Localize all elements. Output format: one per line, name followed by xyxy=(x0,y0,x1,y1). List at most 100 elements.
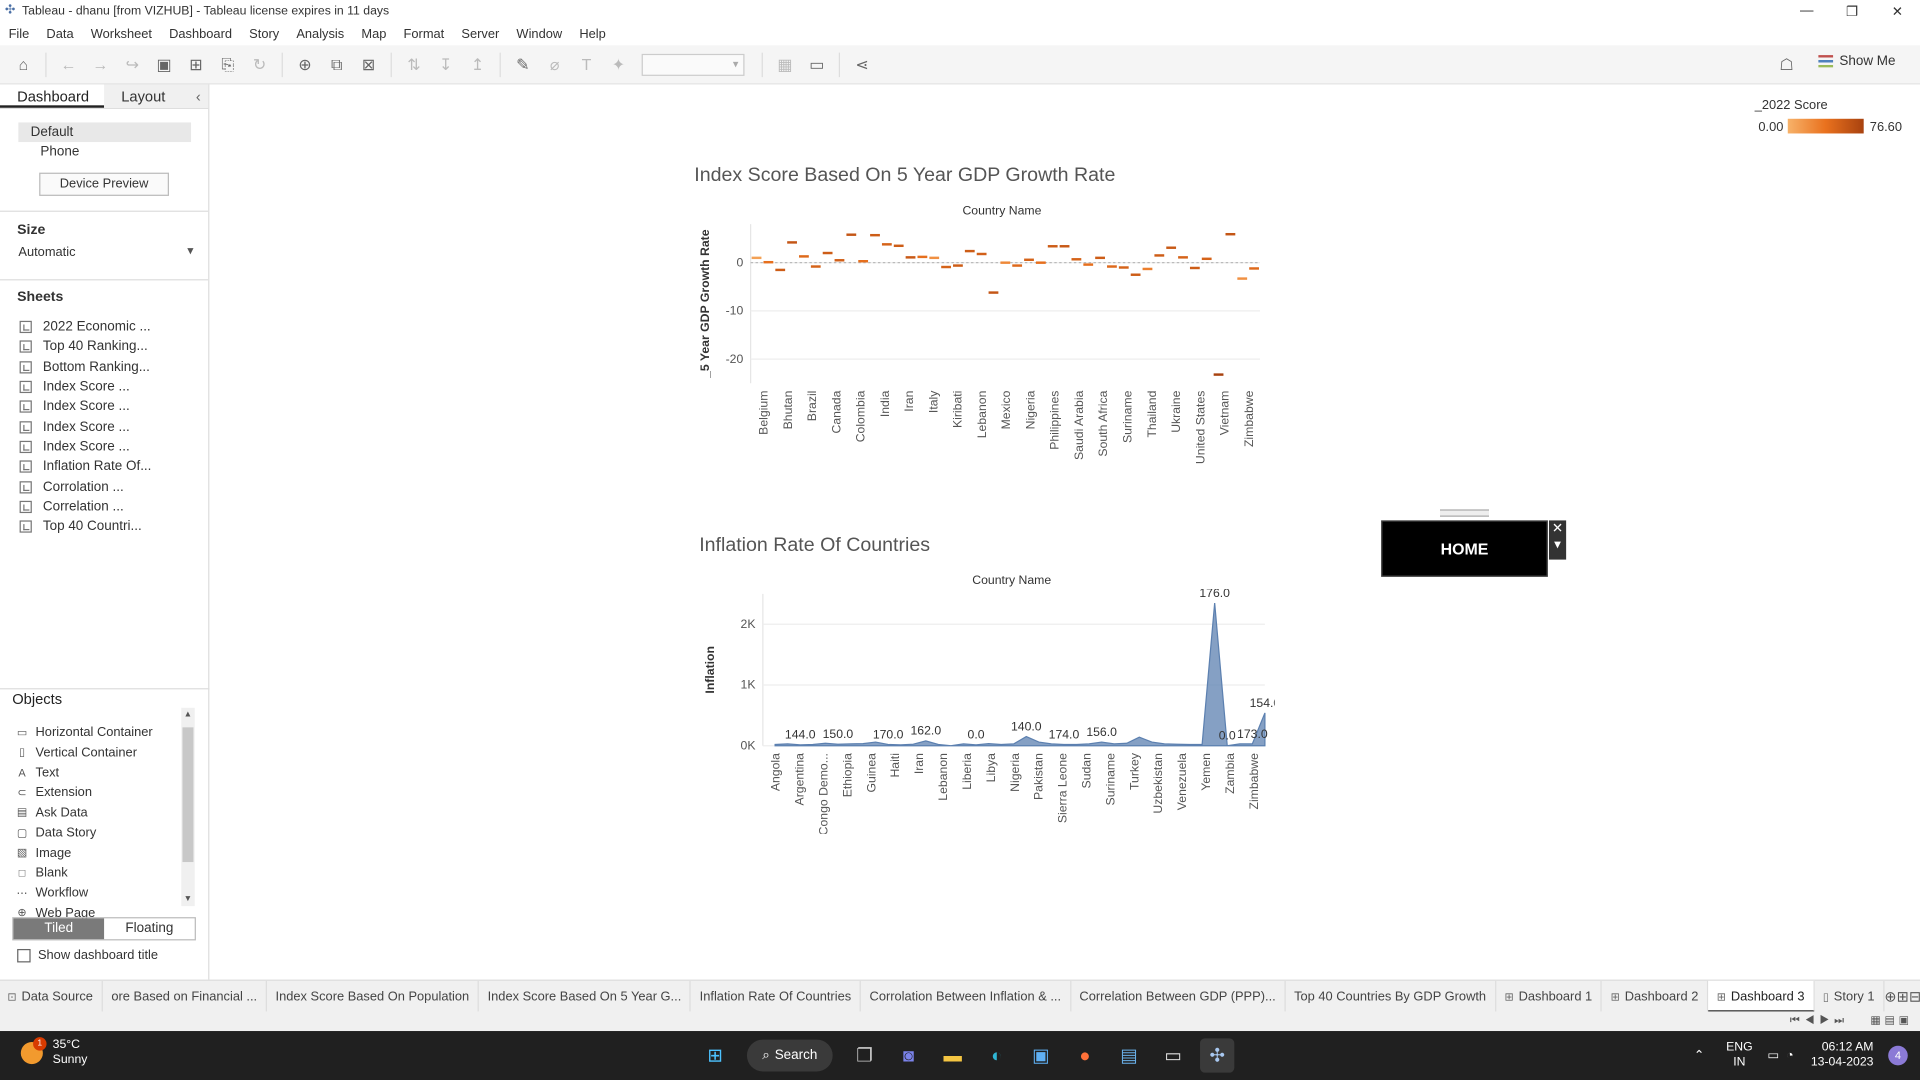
tiled-button[interactable]: Tiled xyxy=(13,918,105,940)
object-image[interactable]: ▧ Image xyxy=(0,843,209,863)
sheet-item[interactable]: Correlation ... xyxy=(0,497,208,517)
new-worksheet-icon[interactable]: ⊕ xyxy=(291,51,318,78)
refresh-icon[interactable]: ↻ xyxy=(246,51,273,78)
scrollbar-thumb[interactable] xyxy=(182,727,194,863)
more-options-icon[interactable]: ▾ xyxy=(1549,536,1566,553)
menu-window[interactable]: Window xyxy=(508,26,571,41)
sheet-item[interactable]: Corrolation ... xyxy=(0,477,208,497)
menu-file[interactable]: File xyxy=(0,26,38,41)
object-vertical-container[interactable]: ▯ Vertical Container xyxy=(0,743,209,763)
tab-layout[interactable]: Layout xyxy=(104,84,209,108)
menu-dashboard[interactable]: Dashboard xyxy=(161,26,241,41)
presentation-mode-icon[interactable]: ▭ xyxy=(803,51,830,78)
menu-worksheet[interactable]: Worksheet xyxy=(82,26,160,41)
replay-icon[interactable]: ↪ xyxy=(119,51,146,78)
fit-select[interactable] xyxy=(641,53,745,76)
sheet-item[interactable]: Index Score ... xyxy=(0,377,208,397)
close-icon[interactable]: ✕ xyxy=(1875,0,1920,22)
tab-sheet[interactable]: Index Score Based On Population xyxy=(267,980,480,1013)
taskbar-search[interactable]: ⌕ Search xyxy=(746,1039,833,1072)
sort-ascending-icon[interactable]: ↧ xyxy=(432,51,459,78)
show-dashboard-title-checkbox[interactable]: Show dashboard title xyxy=(17,948,158,962)
new-data-source-icon[interactable]: ⊞ xyxy=(182,51,209,78)
task-view-icon[interactable]: ❐ xyxy=(847,1038,881,1072)
gdp-growth-chart[interactable]: 0 -10 -20 _5 Year GDP Growth Rate Belgium Bhu… xyxy=(694,219,1270,464)
labels-icon[interactable]: T xyxy=(573,51,600,78)
notification-badge[interactable]: 4 xyxy=(1888,1045,1908,1066)
sheet-item[interactable]: 2022 Economic ... xyxy=(0,317,208,337)
color-legend[interactable]: _2022 Score 0.00 76.60 xyxy=(1755,98,1902,135)
chevron-up-icon[interactable]: ⌃ xyxy=(1694,1049,1704,1062)
sheet-view-icon[interactable]: ▦▤▣ xyxy=(1870,1014,1912,1027)
network-icon[interactable]: ▭ xyxy=(1767,1049,1779,1062)
objects-scrollbar[interactable]: ▲ ▼ xyxy=(181,707,195,907)
object-ask-data[interactable]: ▤ Ask Data xyxy=(0,803,209,823)
firefox-icon[interactable]: ● xyxy=(1068,1038,1102,1072)
clear-sheet-icon[interactable]: ⊠ xyxy=(355,51,382,78)
object-horizontal-container[interactable]: ▭ Horizontal Container xyxy=(0,722,209,742)
sort-descending-icon[interactable]: ↥ xyxy=(464,51,491,78)
sheet-item[interactable]: Index Score ... xyxy=(0,417,208,437)
new-dashboard-tab-icon[interactable]: ⊞ xyxy=(1897,980,1909,1012)
collapse-pane-icon[interactable]: ‹ xyxy=(196,88,201,105)
floating-button[interactable]: Floating xyxy=(104,918,195,939)
file-explorer-icon[interactable]: ▬ xyxy=(936,1038,970,1072)
tab-sheet[interactable]: Corrolation Between Inflation & ... xyxy=(861,980,1071,1013)
save-icon[interactable]: ▣ xyxy=(151,51,178,78)
clock[interactable]: 06:12 AM 13-04-2023 xyxy=(1811,1041,1874,1070)
menu-data[interactable]: Data xyxy=(38,26,82,41)
remove-object-icon[interactable]: ✕ xyxy=(1549,520,1566,537)
group-icon[interactable]: ⌀ xyxy=(541,51,568,78)
tab-data-source[interactable]: ⊡ Data Source xyxy=(0,980,103,1013)
object-extension[interactable]: ⊂ Extension xyxy=(0,783,209,803)
object-data-story[interactable]: ▢ Data Story xyxy=(0,823,209,843)
tab-sheet[interactable]: Index Score Based On 5 Year G... xyxy=(479,980,692,1013)
size-select[interactable]: Automatic xyxy=(18,245,193,265)
minimize-icon[interactable]: — xyxy=(1784,0,1829,22)
tab-sheet[interactable]: Top 40 Countries By GDP Growth xyxy=(1286,980,1496,1013)
language-indicator[interactable]: ENG IN xyxy=(1726,1041,1753,1070)
volume-icon[interactable]: ◔ xyxy=(1786,1049,1793,1062)
device-phone[interactable]: Phone xyxy=(18,142,191,162)
tab-dashboard-1[interactable]: ⊞ Dashboard 1 xyxy=(1496,980,1603,1013)
tab-dashboard-2[interactable]: ⊞ Dashboard 2 xyxy=(1602,980,1709,1013)
home-button[interactable]: HOME xyxy=(1381,520,1548,577)
redo-icon[interactable]: → xyxy=(87,51,114,78)
tab-sheet[interactable]: Inflation Rate Of Countries xyxy=(691,980,861,1013)
teams-icon[interactable]: ◙ xyxy=(891,1038,925,1072)
sheet-item[interactable]: Top 40 Ranking... xyxy=(0,337,208,357)
swap-icon[interactable]: ⇅ xyxy=(400,51,427,78)
tableau-taskbar-icon[interactable]: ✣ xyxy=(1200,1038,1235,1073)
notepad-icon[interactable]: ▤ xyxy=(1112,1038,1146,1072)
menu-format[interactable]: Format xyxy=(395,26,453,41)
windows-start-icon[interactable]: ⊞ xyxy=(698,1038,732,1072)
menu-help[interactable]: Help xyxy=(571,26,615,41)
pause-updates-icon[interactable]: ⎘ xyxy=(214,51,241,78)
object-workflow[interactable]: ⋯ Workflow xyxy=(0,883,209,903)
pin-icon[interactable]: ✦ xyxy=(605,51,632,78)
weather-widget[interactable]: 1 35°C Sunny xyxy=(20,1037,88,1067)
share-icon[interactable]: ⋖ xyxy=(849,51,876,78)
sheet-item[interactable]: Top 40 Countri... xyxy=(0,517,208,537)
tab-sheet[interactable]: Correlation Between GDP (PPP)... xyxy=(1071,980,1286,1013)
new-story-tab-icon[interactable]: ⊟ xyxy=(1909,980,1920,1012)
tab-sheet[interactable]: ore Based on Financial ... xyxy=(103,980,267,1013)
tab-dashboard[interactable]: Dashboard xyxy=(0,84,105,108)
object-text[interactable]: A Text xyxy=(0,763,209,783)
scroll-up-icon[interactable]: ▲ xyxy=(184,710,192,719)
drag-handle[interactable] xyxy=(1440,509,1489,517)
tab-story-1[interactable]: ▯ Story 1 xyxy=(1814,980,1885,1013)
menu-server[interactable]: Server xyxy=(453,26,508,41)
device-preview-button[interactable]: Device Preview xyxy=(39,172,169,196)
checkbox-icon[interactable] xyxy=(17,948,31,962)
ask-data-icon[interactable]: ☖ xyxy=(1773,51,1800,78)
menu-map[interactable]: Map xyxy=(353,26,395,41)
menu-story[interactable]: Story xyxy=(241,26,288,41)
show-cards-icon[interactable]: ▦ xyxy=(771,51,798,78)
tab-dashboard-3[interactable]: ⊞ Dashboard 3 xyxy=(1708,980,1815,1013)
home-icon[interactable]: ⌂ xyxy=(10,51,37,78)
duplicate-sheet-icon[interactable]: ⧉ xyxy=(323,51,350,78)
undo-icon[interactable]: ← xyxy=(55,51,82,78)
store-icon[interactable]: ▣ xyxy=(1024,1038,1058,1072)
show-me-button[interactable]: Show Me xyxy=(1818,54,1896,69)
